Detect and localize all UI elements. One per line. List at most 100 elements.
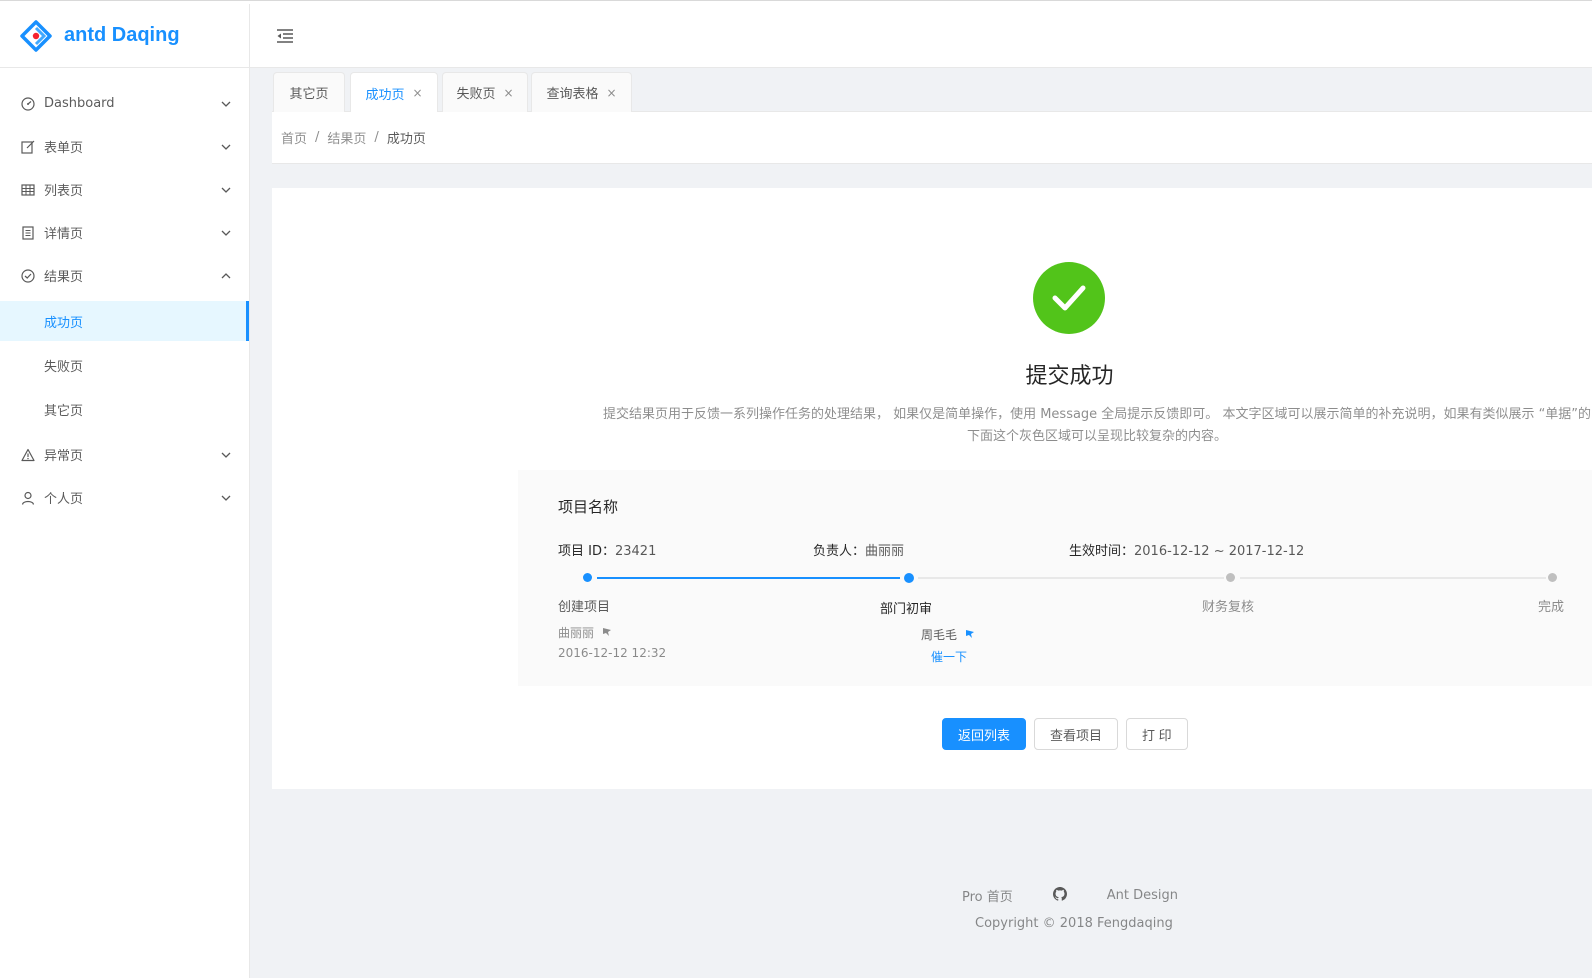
user-icon bbox=[20, 490, 36, 506]
tab-query-table[interactable]: 查询表格 × bbox=[531, 72, 632, 112]
close-icon[interactable]: × bbox=[606, 86, 616, 100]
step-person-name: 周毛毛 bbox=[921, 628, 958, 642]
sidebar-item-list[interactable]: 列表页 bbox=[0, 168, 249, 211]
sidebar-item-dashboard[interactable]: Dashboard bbox=[0, 82, 249, 125]
sidebar-item-account[interactable]: 个人页 bbox=[0, 476, 249, 519]
step-title: 财务复核 bbox=[1202, 600, 1255, 615]
profile-icon bbox=[20, 225, 36, 241]
breadcrumb-separator: / bbox=[315, 130, 320, 145]
project-id-value: 23421 bbox=[614, 544, 657, 559]
table-icon bbox=[20, 182, 36, 198]
step-line-pending bbox=[1240, 577, 1546, 579]
view-project-button[interactable]: 查看项目 bbox=[1034, 718, 1119, 750]
breadcrumb: 首页 / 结果页 / 成功页 bbox=[272, 112, 1592, 164]
step-person: 曲丽丽 bbox=[558, 624, 612, 641]
dashboard-icon bbox=[20, 96, 36, 112]
breadcrumb-result[interactable]: 结果页 bbox=[327, 128, 366, 147]
result-actions: 返回列表 查看项目 打 印 bbox=[942, 718, 1188, 750]
step-dot-current bbox=[904, 573, 914, 583]
check-circle-icon bbox=[20, 268, 36, 284]
project-id-label: 项目 ID： bbox=[558, 544, 615, 559]
back-to-list-button[interactable]: 返回列表 bbox=[942, 718, 1027, 750]
sidebar-item-other[interactable]: 其它页 bbox=[0, 389, 249, 429]
step-time: 2016-12-12 12:32 bbox=[558, 646, 667, 660]
app-title: antd Daqing bbox=[64, 24, 180, 46]
tab-other[interactable]: 其它页 bbox=[273, 72, 345, 112]
result-description: 提交结果页用于反馈一系列操作任务的处理结果， 如果仅是简单操作，使用 Messa… bbox=[522, 404, 1592, 448]
urge-link[interactable]: 催一下 bbox=[931, 648, 967, 665]
time-label: 生效时间： bbox=[1069, 544, 1135, 559]
sidebar-item-exception[interactable]: 异常页 bbox=[0, 433, 249, 476]
close-icon[interactable]: × bbox=[503, 86, 513, 100]
logo-icon bbox=[20, 19, 52, 52]
sidebar-item-label: 列表页 bbox=[44, 184, 84, 199]
footer-link-pro-home[interactable]: Pro 首页 bbox=[962, 886, 1013, 905]
tab-label: 成功页 bbox=[365, 87, 405, 103]
menu-fold-icon[interactable] bbox=[270, 21, 300, 51]
result-extra-panel: 项目名称 项目 ID：23421 负责人：曲丽丽 生效时间：2016-12-12… bbox=[518, 470, 1592, 686]
step-person-name: 曲丽丽 bbox=[558, 626, 595, 640]
chevron-down-icon bbox=[221, 142, 231, 152]
step-line-pending bbox=[918, 577, 1224, 579]
sidebar-item-label: 表单页 bbox=[44, 141, 84, 156]
sidebar-item-label: 详情页 bbox=[44, 227, 84, 242]
github-icon[interactable] bbox=[1052, 886, 1067, 905]
time-value: 2016-12-12 ~ 2017-12-12 bbox=[1134, 544, 1305, 559]
sidebar-item-success[interactable]: 成功页 bbox=[0, 301, 249, 341]
close-icon[interactable]: × bbox=[412, 86, 422, 100]
chevron-down-icon bbox=[221, 99, 231, 109]
step-dot-waiting bbox=[1226, 573, 1235, 582]
breadcrumb-home[interactable]: 首页 bbox=[281, 128, 307, 147]
sidebar-item-form[interactable]: 表单页 bbox=[0, 125, 249, 168]
step-title: 部门初审 bbox=[880, 602, 933, 617]
sidebar-item-profile[interactable]: 详情页 bbox=[0, 211, 249, 254]
chevron-down-icon bbox=[221, 228, 231, 238]
page-tabs: 其它页 成功页 × 失败页 × 查询表格 × bbox=[272, 68, 1592, 113]
breadcrumb-separator: / bbox=[374, 130, 379, 145]
project-name-heading: 项目名称 bbox=[558, 498, 619, 516]
step-person: 周毛毛 bbox=[921, 626, 975, 643]
sidebar: antd Daqing Dashboard 表单页 列表页 详情页 结果页 成功… bbox=[0, 4, 250, 978]
chevron-down-icon bbox=[221, 185, 231, 195]
sidebar-item-label: 结果页 bbox=[44, 270, 84, 285]
step-title: 完成 bbox=[1538, 600, 1565, 615]
chevron-down-icon bbox=[221, 493, 231, 503]
project-effective-time: 生效时间：2016-12-12 ~ 2017-12-12 bbox=[1069, 540, 1304, 559]
chevron-up-icon bbox=[221, 271, 231, 281]
project-owner: 负责人：曲丽丽 bbox=[813, 540, 904, 559]
dingding-icon[interactable] bbox=[965, 628, 975, 642]
print-button[interactable]: 打 印 bbox=[1126, 718, 1188, 750]
logo[interactable]: antd Daqing bbox=[0, 4, 249, 68]
owner-value: 曲丽丽 bbox=[865, 544, 905, 559]
project-id: 项目 ID：23421 bbox=[558, 540, 656, 559]
sidebar-item-result[interactable]: 结果页 bbox=[0, 254, 249, 297]
footer-link-ant-design[interactable]: Ant Design bbox=[1107, 888, 1178, 903]
result-description-line: 下面这个灰色区域可以呈现比较复杂的内容。 bbox=[966, 429, 1227, 444]
sidebar-item-label: Dashboard bbox=[44, 96, 115, 111]
chevron-down-icon bbox=[221, 450, 231, 460]
result-card: 提交成功 提交结果页用于反馈一系列操作任务的处理结果， 如果仅是简单操作，使用 … bbox=[272, 188, 1592, 789]
sidebar-item-label: 异常页 bbox=[44, 449, 84, 464]
tab-label: 失败页 bbox=[456, 87, 496, 102]
result-description-line: 提交结果页用于反馈一系列操作任务的处理结果， 如果仅是简单操作，使用 Messa… bbox=[602, 407, 1592, 422]
top-header bbox=[250, 4, 1592, 68]
sidebar-menu: Dashboard 表单页 列表页 详情页 结果页 成功页 失败页 其它页 异常… bbox=[0, 68, 249, 519]
tab-label: 其它页 bbox=[289, 87, 329, 102]
tab-label: 查询表格 bbox=[546, 87, 599, 102]
form-icon bbox=[20, 139, 36, 155]
step-dot-finished bbox=[583, 573, 592, 582]
sidebar-item-fail[interactable]: 失败页 bbox=[0, 345, 249, 385]
sidebar-item-label: 个人页 bbox=[44, 492, 84, 507]
success-check-icon bbox=[1033, 262, 1105, 334]
tab-success[interactable]: 成功页 × bbox=[350, 72, 438, 113]
owner-label: 负责人： bbox=[813, 544, 866, 559]
breadcrumb-current: 成功页 bbox=[386, 132, 426, 147]
app-frame: antd Daqing Dashboard 表单页 列表页 详情页 结果页 成功… bbox=[0, 0, 1592, 978]
result-title: 提交成功 bbox=[1025, 364, 1114, 389]
tab-fail[interactable]: 失败页 × bbox=[442, 72, 528, 112]
footer-links: Pro 首页 Ant Design bbox=[962, 886, 1178, 905]
footer-copyright: Copyright © 2018 Fengdaqing bbox=[975, 916, 1173, 931]
step-title: 创建项目 bbox=[558, 600, 611, 615]
step-dot-waiting bbox=[1548, 573, 1557, 582]
step-line-done bbox=[597, 577, 900, 579]
